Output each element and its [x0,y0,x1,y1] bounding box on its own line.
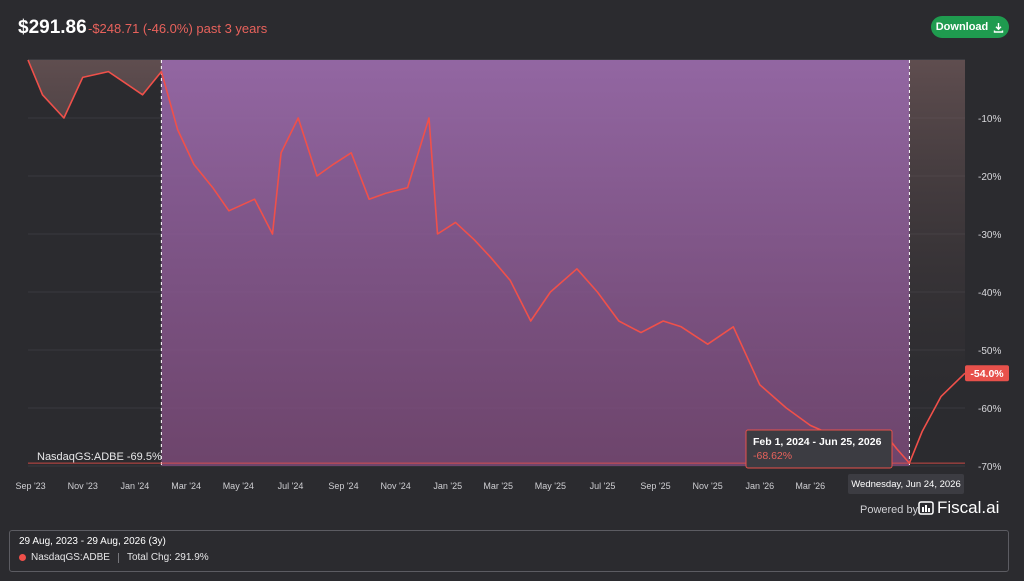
fiscal-ai-icon [918,501,934,515]
x-tick-label-0: Sep '23 [15,481,45,491]
x-tick-label-12: Sep '25 [640,481,670,491]
x-tick-label-3: Mar '24 [171,481,201,491]
y-tick-label-1: -20% [978,172,1001,183]
y-tick-label-5: -60% [978,404,1001,415]
x-tick-label-7: Nov '24 [381,481,411,491]
price-chart[interactable]: NasdaqGS:ADBE -69.5% -10% -20% -30% -40% -50%… [0,0,1024,520]
date-range: 29 Aug, 2023 - 29 Aug, 2026 (3y) [19,536,166,547]
highlight-tooltip-value: -68.62% [753,450,792,462]
powered-by-label: Powered by [860,504,919,516]
legend-ticker: NasdaqGS:ADBE [31,552,110,563]
last-value-text: -54.0% [970,368,1004,380]
y-tick-label-3: -40% [978,288,1001,299]
highlight-tooltip-range: Feb 1, 2024 - Jun 25, 2026 [753,436,882,448]
x-tick-label-14: Jan '26 [745,481,774,491]
y-tick-label-0: -10% [978,114,1001,125]
hover-date-label: Wednesday, Jun 24, 2026 [851,479,961,490]
x-tick-label-5: Jul '24 [278,481,304,491]
series-color-dot [19,554,26,561]
x-tick-label-9: Mar '25 [483,481,513,491]
x-tick-label-2: Jan '24 [120,481,149,491]
x-tick-label-6: Sep '24 [328,481,358,491]
x-tick-label-13: Nov '25 [693,481,723,491]
x-tick-label-15: Mar '26 [795,481,825,491]
x-tick-label-4: May '24 [223,481,254,491]
plot-top-border [28,59,965,60]
x-tick-label-1: Nov '23 [68,481,98,491]
brand-name: Fiscal.ai [937,498,1000,517]
highlight-region [161,60,910,466]
legend-total-change: Total Chg: 291.9% [126,552,209,563]
y-tick-label-2: -30% [978,230,1001,241]
legend-divider [117,552,119,563]
x-tick-label-11: Jul '25 [590,481,616,491]
baseline-label: NasdaqGS:ADBE -69.5% [37,451,162,463]
x-tick-label-10: May '25 [535,481,566,491]
legend-entry[interactable]: NasdaqGS:ADBE Total Chg: 291.9% [19,552,209,563]
y-tick-label-4: -50% [978,346,1001,357]
fiscal-ai-logo[interactable]: Fiscal.ai [918,498,999,518]
legend-panel: 29 Aug, 2023 - 29 Aug, 2026 (3y) NasdaqG… [9,530,1009,572]
x-tick-label-8: Jan '25 [433,481,462,491]
y-tick-label-6: -70% [978,462,1001,473]
